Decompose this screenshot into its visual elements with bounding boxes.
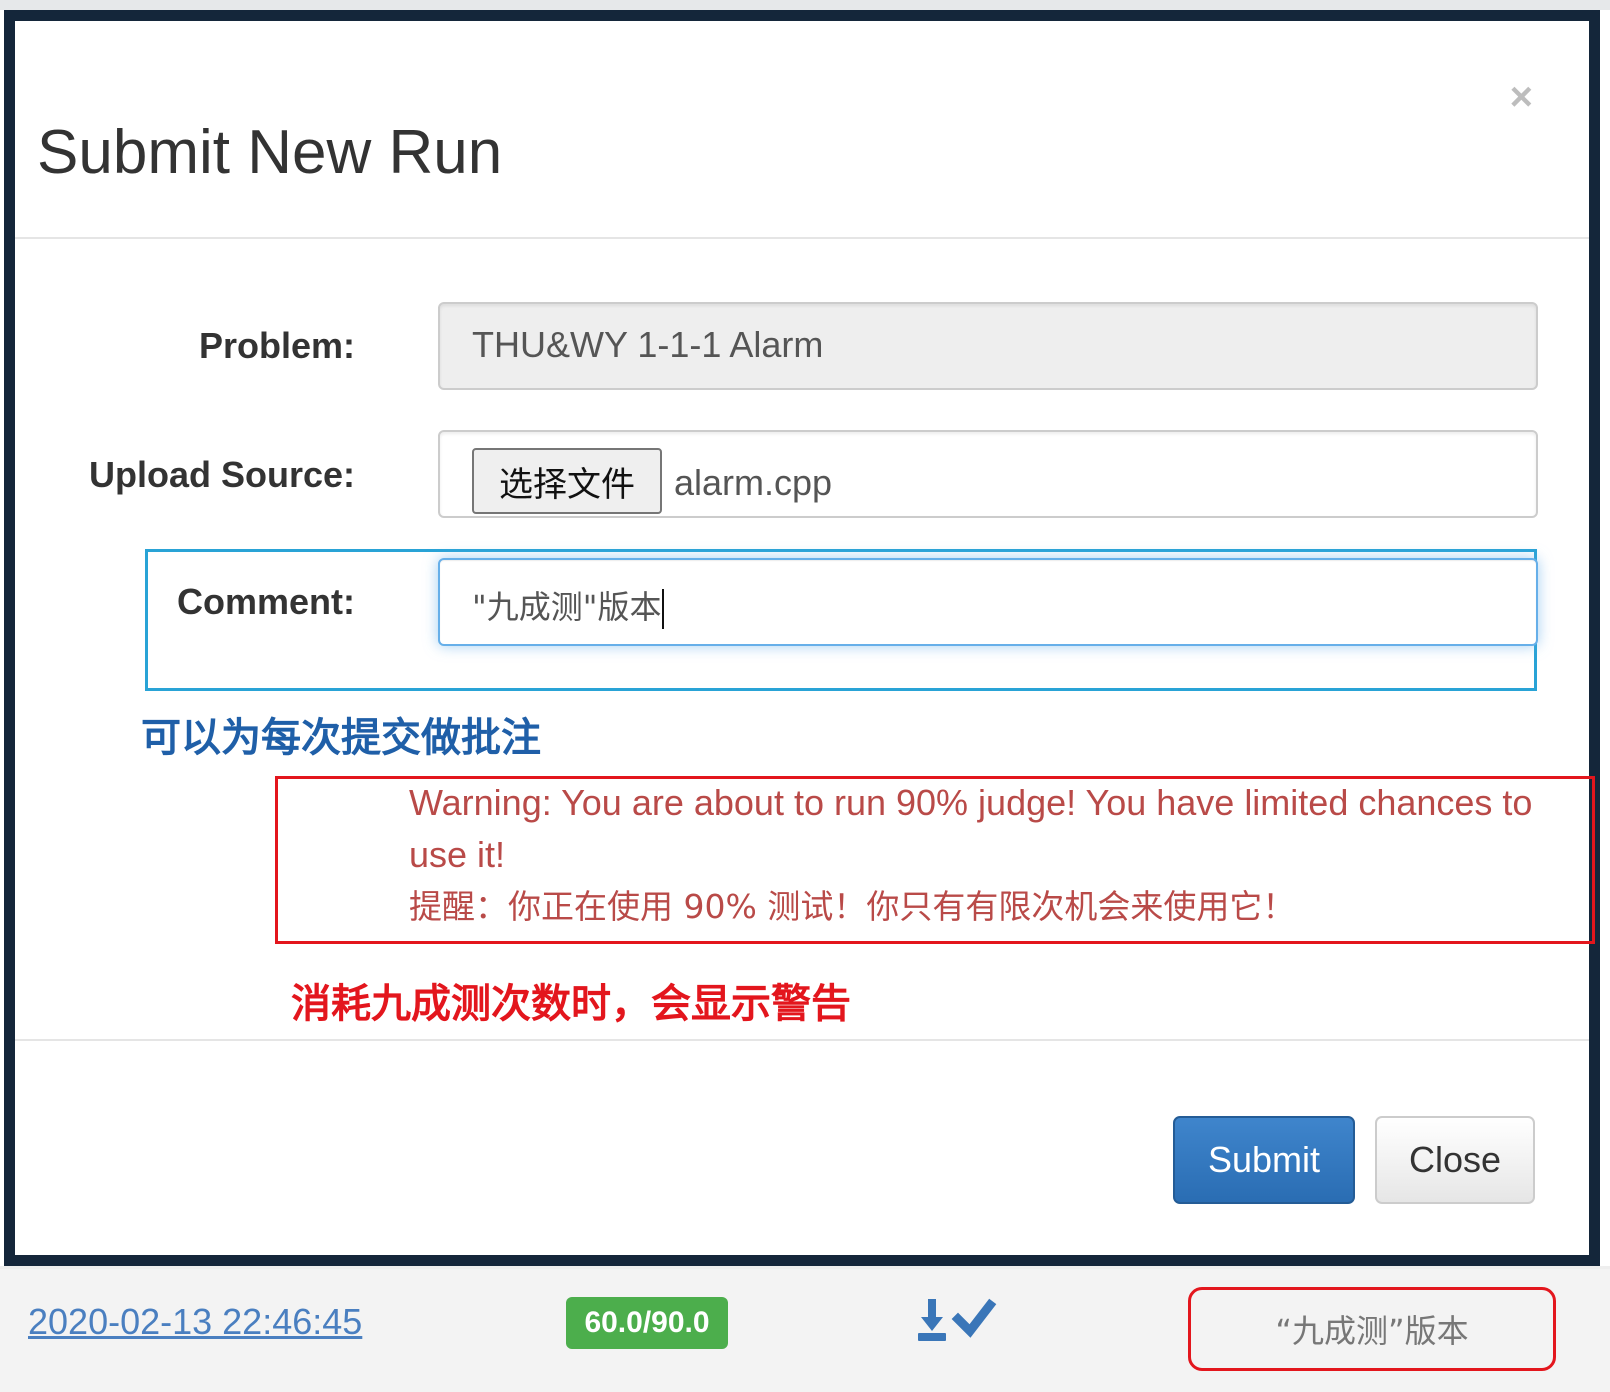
close-icon[interactable]: × — [1510, 77, 1533, 117]
warning-text-en: Warning: You are about to run 90% judge!… — [409, 782, 1533, 875]
run-action-icons — [918, 1295, 1008, 1349]
background-strip — [0, 0, 1610, 10]
choose-file-button[interactable]: 选择文件 — [472, 448, 662, 514]
footer-divider — [15, 1039, 1589, 1041]
header-divider — [15, 237, 1589, 239]
submit-button[interactable]: Submit — [1173, 1116, 1355, 1204]
submit-run-modal: × Submit New Run Problem: THU&WY 1-1-1 A… — [4, 10, 1600, 1266]
warning-text-cn: 提醒：你正在使用 90% 测试！你只有有限次机会来使用它！ — [409, 887, 1296, 926]
comment-input[interactable]: "九成测"版本 — [438, 558, 1538, 646]
problem-field: THU&WY 1-1-1 Alarm — [438, 302, 1538, 390]
upload-source-field: 选择文件 alarm.cpp — [438, 430, 1538, 518]
problem-value: THU&WY 1-1-1 Alarm — [472, 324, 824, 365]
run-comment-cell: “九成测”版本 — [1188, 1287, 1556, 1371]
modal-title: Submit New Run — [37, 118, 503, 187]
warning-annotation: 消耗九成测次数时，会显示警告 — [291, 981, 851, 1027]
comment-label: Comment: — [177, 581, 355, 622]
run-date-link[interactable]: 2020-02-13 22:46:45 — [28, 1301, 362, 1343]
check-icon — [951, 1298, 997, 1338]
selected-file-name: alarm.cpp — [674, 462, 833, 503]
warning-message: Warning: You are about to run 90% judge!… — [409, 777, 1579, 933]
comment-annotation: 可以为每次提交做批注 — [141, 715, 541, 761]
upload-source-label: Upload Source: — [88, 454, 355, 495]
run-table-row: 2020-02-13 22:46:45 60.0/90.0 “九成测”版本 — [0, 1266, 1610, 1392]
comment-input-value: "九成测"版本 — [472, 582, 665, 629]
close-button[interactable]: Close — [1375, 1116, 1535, 1204]
problem-label: Problem: — [198, 325, 355, 366]
download-icon[interactable] — [918, 1299, 946, 1341]
score-badge: 60.0/90.0 — [566, 1297, 728, 1349]
text-caret — [662, 589, 665, 629]
